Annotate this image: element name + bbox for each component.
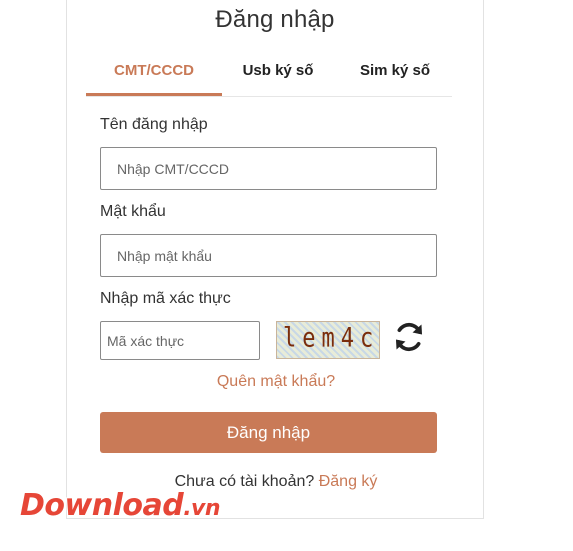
username-label: Tên đăng nhập: [100, 116, 208, 133]
password-input[interactable]: [100, 234, 437, 277]
tab-usb-ky-so[interactable]: Usb ký số: [222, 48, 334, 94]
forgot-password-link[interactable]: Quên mật khẩu?: [68, 373, 484, 391]
captcha-image: lem4cb: [276, 321, 380, 359]
signup-link[interactable]: Đăng ký: [319, 473, 378, 490]
page-title: Đăng nhập: [215, 6, 335, 33]
login-button[interactable]: Đăng nhập: [100, 412, 437, 453]
logo-name: Download: [20, 488, 184, 523]
download-vn-logo: Download.vn: [20, 488, 221, 523]
captcha-image-text: lem4cb: [283, 323, 380, 354]
captcha-label: Nhập mã xác thực: [100, 290, 231, 307]
login-method-tabs: CMT/CCCD Usb ký số Sim ký số: [86, 48, 452, 97]
logo-suffix: .vn: [183, 496, 221, 521]
username-input[interactable]: [100, 147, 437, 190]
active-tab-indicator: [86, 93, 222, 96]
tab-cmt-cccd[interactable]: CMT/CCCD: [86, 48, 222, 94]
password-label: Mật khẩu: [100, 203, 166, 220]
tab-sim-ky-so[interactable]: Sim ký số: [334, 48, 456, 94]
captcha-input[interactable]: [100, 321, 260, 360]
refresh-icon[interactable]: [392, 320, 426, 354]
